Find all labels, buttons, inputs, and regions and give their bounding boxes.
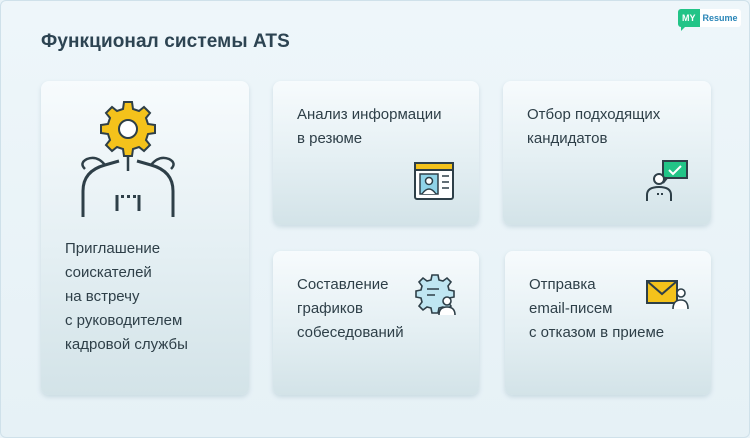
card-invitation-text: Приглашение соискателей на встречу с рук… bbox=[65, 240, 188, 353]
card-rejection-emails: Отправка email-писем с отказом в приеме bbox=[505, 251, 711, 395]
gear-head-person-icon bbox=[81, 101, 175, 217]
gear-schedule-icon bbox=[415, 274, 456, 316]
card-candidate-selection: Отбор подходящих кандидатов bbox=[503, 81, 711, 225]
card-invitation: Приглашение соискателей на встречу с рук… bbox=[41, 81, 249, 395]
card-candidate-selection-text: Отбор подходящих кандидатов bbox=[527, 106, 661, 147]
page-title: Функционал системы ATS bbox=[41, 31, 290, 52]
logo-my: MY bbox=[678, 9, 700, 31]
card-resume-analysis-text: Анализ информации в резюме bbox=[297, 106, 442, 147]
candidate-screen-icon bbox=[646, 160, 688, 201]
email-envelope-icon bbox=[646, 280, 689, 310]
slide-frame: Функционал системы ATS MY Resume Приглаш… bbox=[0, 0, 750, 438]
logo-resume: Resume bbox=[699, 9, 741, 27]
resume-window-icon bbox=[414, 162, 454, 200]
brand-logo: MY Resume bbox=[678, 9, 741, 31]
card-rejection-emails-text: Отправка email-писем с отказом в приеме bbox=[529, 276, 665, 341]
card-interview-schedules: Составление графиков собеседований bbox=[273, 251, 479, 395]
card-resume-analysis: Анализ информации в резюме bbox=[273, 81, 479, 225]
card-interview-schedules-text: Составление графиков собеседований bbox=[297, 276, 404, 341]
